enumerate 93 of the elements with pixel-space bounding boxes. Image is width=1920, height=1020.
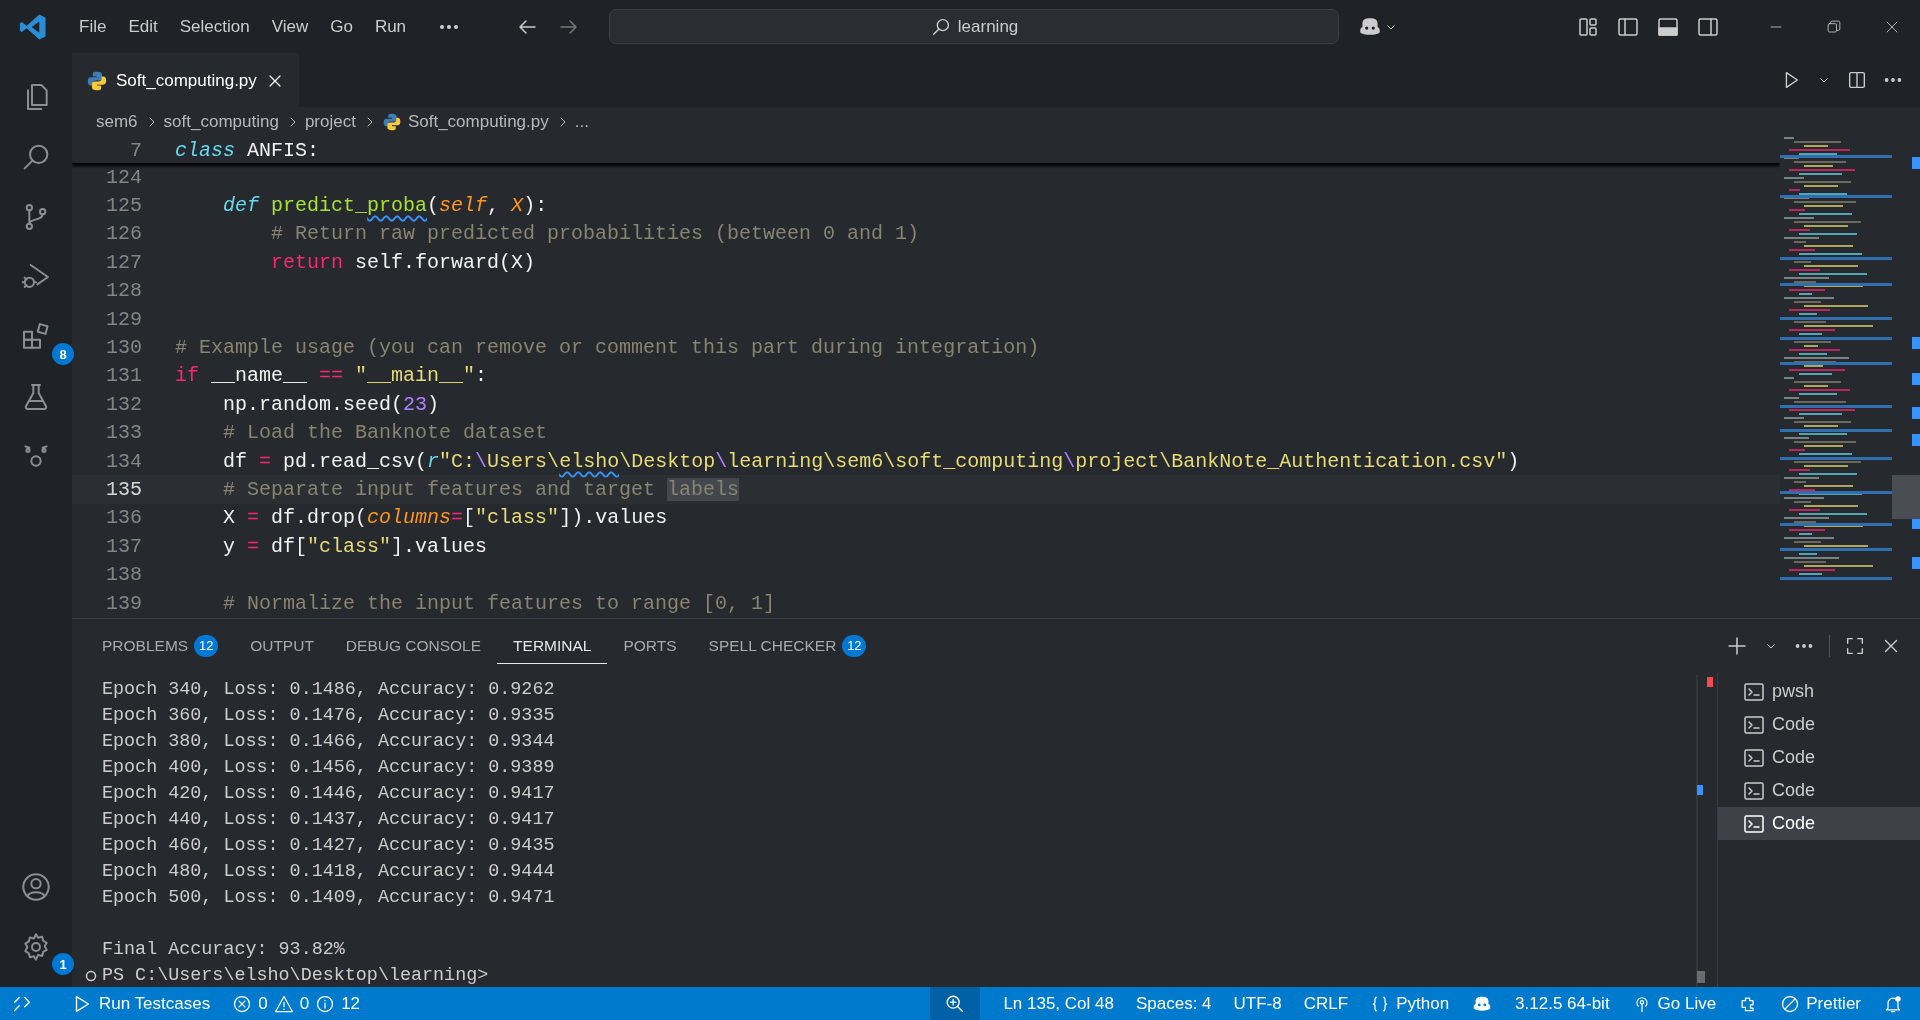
terminal-line: Epoch 500, Loss: 0.1409, Accuracy: 0.9471 xyxy=(102,886,556,910)
terminal-session-item[interactable]: Code xyxy=(1718,708,1920,741)
code-line: # Load the Banknote dataset xyxy=(222,421,548,445)
line-ending[interactable]: CRLF xyxy=(1292,987,1360,1020)
line-number: 135 xyxy=(105,478,143,501)
info-icon xyxy=(315,993,336,1014)
terminal-line: Epoch 460, Loss: 0.1427, Accuracy: 0.9435 xyxy=(102,834,556,858)
terminal-line: Epoch 440, Loss: 0.1437, Accuracy: 0.9417 xyxy=(102,808,556,832)
menu-item[interactable]: Edit xyxy=(117,16,169,37)
code-line: # Separate input features and target labels xyxy=(222,478,740,501)
breadcrumb-item[interactable]: soft_computing xyxy=(163,112,279,132)
account-icon[interactable] xyxy=(20,871,52,903)
python-file-icon xyxy=(381,112,402,132)
cursor-position[interactable]: Ln 135, Col 48 xyxy=(992,987,1125,1020)
breadcrumb-item[interactable]: sem6 xyxy=(96,112,138,132)
line-number: 129 xyxy=(105,307,143,331)
line-number: 139 xyxy=(105,591,143,615)
panel-tab[interactable]: SPELL CHECKER 12 xyxy=(692,628,883,664)
code-line: if __name__ == "__main__": xyxy=(175,364,488,388)
menu-item[interactable]: File xyxy=(68,16,118,37)
panel-tab[interactable]: DEBUG CONSOLE xyxy=(329,628,498,664)
line-number: 136 xyxy=(105,506,143,530)
code-line: def predict_proba(self, X): xyxy=(222,194,548,218)
maximize-icon[interactable] xyxy=(1844,635,1866,657)
line-number: 7 xyxy=(129,138,143,162)
code-line: return self.forward(X) xyxy=(270,250,536,274)
terminal-line: Epoch 420, Loss: 0.1446, Accuracy: 0.9417 xyxy=(102,782,556,806)
code-line: X = df.drop(columns=["class"]).values xyxy=(222,506,668,530)
editor-tab[interactable]: Soft_computing.py xyxy=(72,53,299,107)
breadcrumb-item[interactable]: ... xyxy=(574,112,589,132)
interpreter-selector[interactable]: 3.12.5 64-bit xyxy=(1504,987,1621,1020)
line-number: 126 xyxy=(105,222,143,246)
count-badge: 12 xyxy=(842,634,867,657)
terminal-line: Epoch 480, Loss: 0.1418, Accuracy: 0.9444 xyxy=(102,860,556,884)
circle-icon xyxy=(84,969,98,983)
code-line: # Example usage (you can remove or comment this part during integration) xyxy=(175,336,1040,360)
terminal-line: Final Accuracy: 93.82% xyxy=(102,938,346,962)
terminal-prompt: PS C:\Users\elsho\Desktop\learning> xyxy=(102,964,489,988)
code-line: class ANFIS: xyxy=(175,138,320,162)
line-number: 125 xyxy=(105,194,143,218)
line-number: 130 xyxy=(105,336,143,360)
line-number: 137 xyxy=(105,534,143,558)
breadcrumb-item[interactable]: Soft_computing.py xyxy=(407,112,549,132)
error-icon xyxy=(232,993,253,1014)
count-badge: 8 xyxy=(52,343,74,365)
line-number: 133 xyxy=(105,421,143,445)
code-line: # Normalize the input features to range [0, 1] xyxy=(222,591,776,615)
zoom-button[interactable] xyxy=(930,987,981,1020)
panel-tab[interactable]: PROBLEMS 12 xyxy=(86,628,235,664)
breadcrumb-item[interactable]: project xyxy=(304,112,356,132)
code-line: # Return raw predicted probabilities (between 0 and 1) xyxy=(270,222,920,246)
panel-tab[interactable]: TERMINAL xyxy=(497,628,608,664)
code-line: np.random.seed(23) xyxy=(222,392,440,416)
problems-button[interactable]: 0 0 12 xyxy=(221,987,372,1020)
tab-label: Soft_computing.py xyxy=(116,70,257,91)
panel-tab[interactable]: OUTPUT xyxy=(234,628,330,664)
encoding[interactable]: UTF-8 xyxy=(1222,987,1293,1020)
terminal-line: Epoch 400, Loss: 0.1456, Accuracy: 0.9389 xyxy=(102,756,556,780)
terminal-session-item[interactable]: Code xyxy=(1718,774,1920,807)
terminal-session-item[interactable]: Code xyxy=(1718,741,1920,774)
run-testcases-button[interactable]: Run Testcases xyxy=(60,987,222,1020)
plus-icon[interactable] xyxy=(1725,634,1749,658)
menu-item[interactable]: Run xyxy=(363,16,418,37)
terminal-line: Epoch 380, Loss: 0.1466, Accuracy: 0.9344 xyxy=(102,730,556,754)
count-badge: 12 xyxy=(194,634,219,657)
go-live-button[interactable]: Go Live xyxy=(1620,987,1728,1020)
terminal-session-item[interactable]: Code xyxy=(1718,807,1920,840)
count-badge: 1 xyxy=(52,953,74,975)
line-number: 132 xyxy=(105,392,143,416)
warning-icon xyxy=(273,993,294,1014)
language-mode[interactable]: Python xyxy=(1359,987,1461,1020)
code-line: df = pd.read_csv(r"C:\Users\elsho\Desktop\learning\sem6\soft_computing\project\BankNote_Authentication.csv") xyxy=(222,449,1520,473)
menu-item[interactable]: Go xyxy=(319,16,364,37)
line-number: 131 xyxy=(105,364,143,388)
bell-icon xyxy=(1883,993,1903,1014)
indentation[interactable]: Spaces: 4 xyxy=(1124,987,1223,1020)
prettier-button[interactable]: Prettier xyxy=(1769,987,1872,1020)
line-number: 134 xyxy=(105,449,143,473)
search-box[interactable]: learning xyxy=(609,9,1340,44)
python-file-icon xyxy=(86,69,108,92)
menu-item[interactable]: View xyxy=(260,16,320,37)
line-number: 124 xyxy=(105,165,143,189)
line-number: 128 xyxy=(105,279,143,303)
split-editor-icon[interactable] xyxy=(1846,69,1868,91)
menu-item[interactable]: Selection xyxy=(168,16,261,37)
panel-tab[interactable]: PORTS xyxy=(607,628,693,664)
blocked-icon xyxy=(1780,993,1801,1014)
line-number: 138 xyxy=(105,563,143,587)
terminal-session-item[interactable]: pwsh xyxy=(1718,675,1920,708)
line-number: 127 xyxy=(105,250,143,274)
code-line: y = df["class"].values xyxy=(222,534,488,558)
terminal-line: Epoch 360, Loss: 0.1476, Accuracy: 0.9335 xyxy=(102,704,556,728)
terminal-line: Epoch 340, Loss: 0.1486, Accuracy: 0.9262 xyxy=(102,678,556,702)
